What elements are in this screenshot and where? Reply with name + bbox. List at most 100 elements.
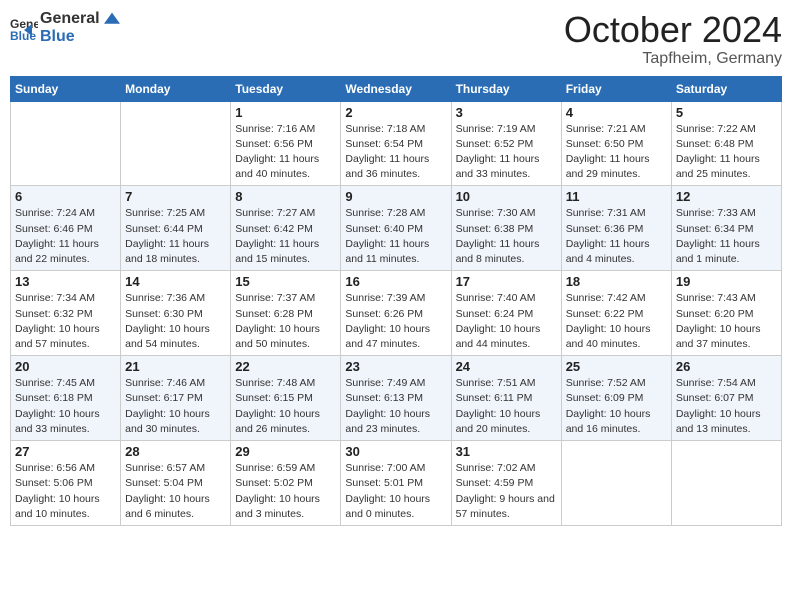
cell-info: Sunrise: 7:36 AM Sunset: 6:30 PM Dayligh… <box>125 291 226 352</box>
cell-info: Sunrise: 7:16 AM Sunset: 6:56 PM Dayligh… <box>235 122 336 183</box>
day-number: 30 <box>345 444 446 459</box>
day-number: 8 <box>235 189 336 204</box>
day-number: 26 <box>676 359 777 374</box>
cell-info: Sunrise: 7:39 AM Sunset: 6:26 PM Dayligh… <box>345 291 446 352</box>
day-number: 12 <box>676 189 777 204</box>
calendar-cell: 31 Sunrise: 7:02 AM Sunset: 4:59 PM Dayli… <box>451 441 561 526</box>
calendar-cell: 14 Sunrise: 7:36 AM Sunset: 6:30 PM Dayli… <box>121 271 231 356</box>
calendar-cell: 28 Sunrise: 6:57 AM Sunset: 5:04 PM Dayli… <box>121 441 231 526</box>
day-number: 15 <box>235 274 336 289</box>
calendar-cell: 16 Sunrise: 7:39 AM Sunset: 6:26 PM Dayli… <box>341 271 451 356</box>
calendar-cell: 24 Sunrise: 7:51 AM Sunset: 6:11 PM Dayli… <box>451 356 561 441</box>
cell-info: Sunrise: 7:40 AM Sunset: 6:24 PM Dayligh… <box>456 291 557 352</box>
calendar-cell: 11 Sunrise: 7:31 AM Sunset: 6:36 PM Dayli… <box>561 186 671 271</box>
calendar-cell: 1 Sunrise: 7:16 AM Sunset: 6:56 PM Daylig… <box>231 101 341 186</box>
calendar-table: SundayMondayTuesdayWednesdayThursdayFrid… <box>10 76 782 526</box>
cell-info: Sunrise: 7:54 AM Sunset: 6:07 PM Dayligh… <box>676 376 777 437</box>
calendar-cell: 30 Sunrise: 7:00 AM Sunset: 5:01 PM Dayli… <box>341 441 451 526</box>
day-number: 20 <box>15 359 116 374</box>
logo-text: General Blue <box>40 10 120 45</box>
cell-info: Sunrise: 7:00 AM Sunset: 5:01 PM Dayligh… <box>345 461 446 522</box>
week-row-3: 13Sunrise: 7:34 AM Sunset: 6:32 PM Dayli… <box>11 271 782 356</box>
day-number: 9 <box>345 189 446 204</box>
day-number: 21 <box>125 359 226 374</box>
day-number: 6 <box>15 189 116 204</box>
day-number: 22 <box>235 359 336 374</box>
calendar-cell <box>561 441 671 526</box>
svg-text:Blue: Blue <box>10 29 36 42</box>
column-header-sunday: Sunday <box>11 76 121 101</box>
calendar-cell: 15 Sunrise: 7:37 AM Sunset: 6:28 PM Dayli… <box>231 271 341 356</box>
cell-info: Sunrise: 7:19 AM Sunset: 6:52 PM Dayligh… <box>456 122 557 183</box>
cell-info: Sunrise: 7:37 AM Sunset: 6:28 PM Dayligh… <box>235 291 336 352</box>
month-title: October 2024 <box>564 10 782 50</box>
calendar-cell: 12 Sunrise: 7:33 AM Sunset: 6:34 PM Dayli… <box>671 186 781 271</box>
calendar-cell: 7 Sunrise: 7:25 AM Sunset: 6:44 PM Daylig… <box>121 186 231 271</box>
calendar-cell <box>671 441 781 526</box>
cell-info: Sunrise: 7:43 AM Sunset: 6:20 PM Dayligh… <box>676 291 777 352</box>
day-number: 1 <box>235 105 336 120</box>
cell-info: Sunrise: 7:02 AM Sunset: 4:59 PM Dayligh… <box>456 461 557 522</box>
calendar-cell <box>121 101 231 186</box>
cell-info: Sunrise: 7:21 AM Sunset: 6:50 PM Dayligh… <box>566 122 667 183</box>
cell-info: Sunrise: 7:25 AM Sunset: 6:44 PM Dayligh… <box>125 206 226 267</box>
calendar-cell: 9 Sunrise: 7:28 AM Sunset: 6:40 PM Daylig… <box>341 186 451 271</box>
cell-info: Sunrise: 7:31 AM Sunset: 6:36 PM Dayligh… <box>566 206 667 267</box>
day-number: 3 <box>456 105 557 120</box>
day-number: 16 <box>345 274 446 289</box>
location: Tapfheim, Germany <box>564 50 782 68</box>
week-row-4: 20 Sunrise: 7:45 AM Sunset: 6:18 PM Dayli… <box>11 356 782 441</box>
calendar-cell: 8 Sunrise: 7:27 AM Sunset: 6:42 PM Daylig… <box>231 186 341 271</box>
cell-info: Sunrise: 7:33 AM Sunset: 6:34 PM Dayligh… <box>676 206 777 267</box>
cell-info: Sunrise: 7:30 AM Sunset: 6:38 PM Dayligh… <box>456 206 557 267</box>
cell-info: Sunrise: 6:56 AM Sunset: 5:06 PM Dayligh… <box>15 461 116 522</box>
day-number: 28 <box>125 444 226 459</box>
calendar-cell: 25Sunrise: 7:52 AM Sunset: 6:09 PM Dayli… <box>561 356 671 441</box>
header-row: SundayMondayTuesdayWednesdayThursdayFrid… <box>11 76 782 101</box>
calendar-cell: 21 Sunrise: 7:46 AM Sunset: 6:17 PM Dayli… <box>121 356 231 441</box>
cell-info: Sunrise: 7:46 AM Sunset: 6:17 PM Dayligh… <box>125 376 226 437</box>
column-header-monday: Monday <box>121 76 231 101</box>
calendar-cell: 22 Sunrise: 7:48 AM Sunset: 6:15 PM Dayli… <box>231 356 341 441</box>
calendar-cell: 29 Sunrise: 6:59 AM Sunset: 5:02 PM Dayli… <box>231 441 341 526</box>
cell-info: Sunrise: 7:48 AM Sunset: 6:15 PM Dayligh… <box>235 376 336 437</box>
week-row-1: 1 Sunrise: 7:16 AM Sunset: 6:56 PM Daylig… <box>11 101 782 186</box>
calendar-cell: 13Sunrise: 7:34 AM Sunset: 6:32 PM Dayli… <box>11 271 121 356</box>
cell-info: Sunrise: 7:34 AM Sunset: 6:32 PM Dayligh… <box>15 291 116 352</box>
cell-info: Sunrise: 7:52 AM Sunset: 6:09 PM Dayligh… <box>566 376 667 437</box>
cell-info: Sunrise: 7:42 AM Sunset: 6:22 PM Dayligh… <box>566 291 667 352</box>
day-number: 27 <box>15 444 116 459</box>
week-row-2: 6 Sunrise: 7:24 AM Sunset: 6:46 PM Daylig… <box>11 186 782 271</box>
day-number: 29 <box>235 444 336 459</box>
day-number: 5 <box>676 105 777 120</box>
cell-info: Sunrise: 6:57 AM Sunset: 5:04 PM Dayligh… <box>125 461 226 522</box>
day-number: 14 <box>125 274 226 289</box>
calendar-cell: 18Sunrise: 7:42 AM Sunset: 6:22 PM Dayli… <box>561 271 671 356</box>
column-header-wednesday: Wednesday <box>341 76 451 101</box>
day-number: 7 <box>125 189 226 204</box>
cell-info: Sunrise: 7:22 AM Sunset: 6:48 PM Dayligh… <box>676 122 777 183</box>
day-number: 31 <box>456 444 557 459</box>
column-header-saturday: Saturday <box>671 76 781 101</box>
day-number: 11 <box>566 189 667 204</box>
cell-info: Sunrise: 6:59 AM Sunset: 5:02 PM Dayligh… <box>235 461 336 522</box>
day-number: 17 <box>456 274 557 289</box>
day-number: 2 <box>345 105 446 120</box>
calendar-cell: 17 Sunrise: 7:40 AM Sunset: 6:24 PM Dayli… <box>451 271 561 356</box>
calendar-cell: 23Sunrise: 7:49 AM Sunset: 6:13 PM Dayli… <box>341 356 451 441</box>
day-number: 24 <box>456 359 557 374</box>
logo-triangle <box>104 12 120 26</box>
calendar-cell: 3 Sunrise: 7:19 AM Sunset: 6:52 PM Daylig… <box>451 101 561 186</box>
cell-info: Sunrise: 7:45 AM Sunset: 6:18 PM Dayligh… <box>15 376 116 437</box>
calendar-cell: 4Sunrise: 7:21 AM Sunset: 6:50 PM Daylig… <box>561 101 671 186</box>
week-row-5: 27 Sunrise: 6:56 AM Sunset: 5:06 PM Dayli… <box>11 441 782 526</box>
column-header-friday: Friday <box>561 76 671 101</box>
cell-info: Sunrise: 7:27 AM Sunset: 6:42 PM Dayligh… <box>235 206 336 267</box>
calendar-cell: 6 Sunrise: 7:24 AM Sunset: 6:46 PM Daylig… <box>11 186 121 271</box>
cell-info: Sunrise: 7:24 AM Sunset: 6:46 PM Dayligh… <box>15 206 116 267</box>
calendar-cell: 10Sunrise: 7:30 AM Sunset: 6:38 PM Dayli… <box>451 186 561 271</box>
day-number: 19 <box>676 274 777 289</box>
cell-info: Sunrise: 7:28 AM Sunset: 6:40 PM Dayligh… <box>345 206 446 267</box>
calendar-cell <box>11 101 121 186</box>
cell-info: Sunrise: 7:51 AM Sunset: 6:11 PM Dayligh… <box>456 376 557 437</box>
